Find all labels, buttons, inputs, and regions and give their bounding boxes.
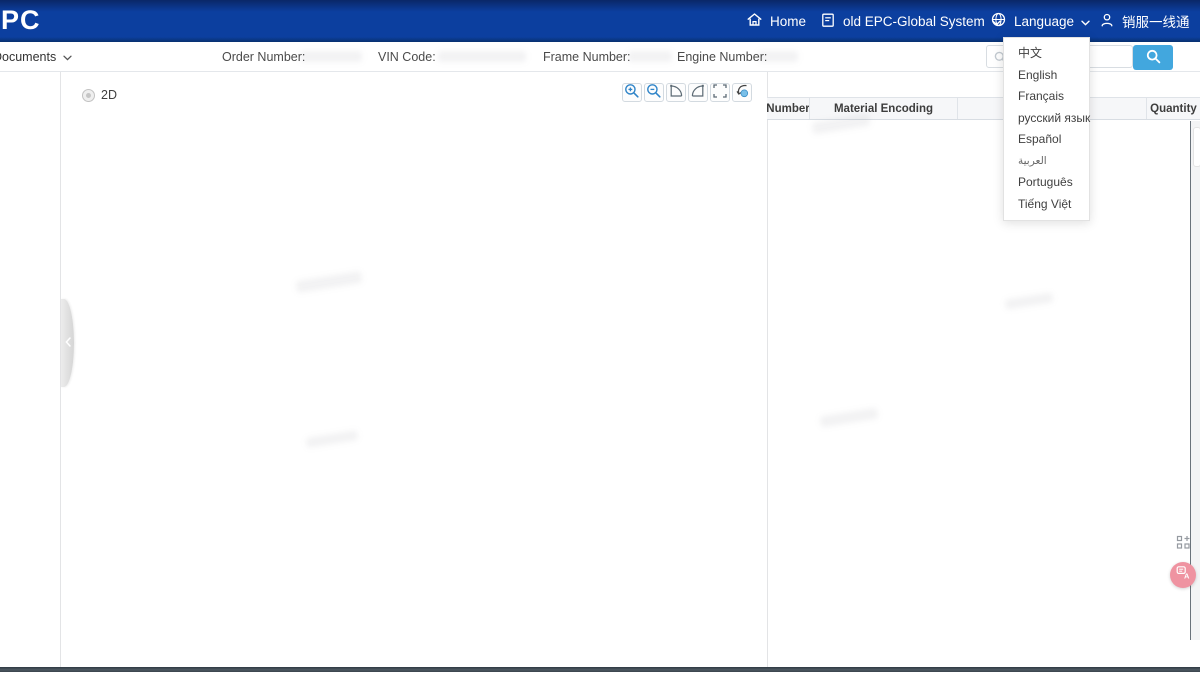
redacted-value [758,51,798,62]
frame-number-label: Frame Number: [543,50,631,64]
watermark-smudge [305,429,359,449]
viewer-toolbar [622,83,752,102]
fit-screen-icon [712,83,728,102]
table-scrollbar-thumb[interactable] [1192,127,1200,167]
nav-old-epc-system[interactable]: old EPC-Global System [820,0,1001,42]
zoom-in-icon [624,83,640,102]
redacted-value [628,51,672,62]
chevron-down-icon [63,50,72,64]
app-root: PC Home old EPC-Global System Language 销… [0,0,1200,681]
language-option-zh[interactable]: 中文 [1004,43,1089,65]
rotate-left-button[interactable] [666,83,686,102]
nav-user-portal[interactable]: 销服一线通 [1099,0,1190,42]
nav-language[interactable]: Language [990,0,1090,42]
2d-mode-radio[interactable]: 2D [82,88,117,102]
nav-language-label: Language [1014,13,1075,29]
rotate-right-icon [690,83,706,102]
top-navigation-bar: PC Home old EPC-Global System Language 销… [0,0,1200,42]
home-icon [746,11,763,31]
2d-mode-label: 2D [101,88,117,102]
user-icon [1099,12,1115,31]
table-scrollbar-track[interactable] [1190,121,1200,640]
grid-plus-icon [1176,535,1191,555]
column-header-quantity: Quantity [1150,102,1197,115]
language-option-ar[interactable]: العربية [1004,151,1089,173]
documents-menu[interactable]: Documents [0,42,72,72]
language-option-vi[interactable]: Tiếng Việt [1004,194,1089,216]
language-option-es[interactable]: Español [1004,129,1089,151]
chevron-down-icon [1081,14,1090,29]
fit-screen-button[interactable] [710,83,730,102]
globe-icon [990,11,1007,31]
bottom-status-bar [0,667,1200,672]
engine-number-label: Engine Number: [677,50,768,64]
language-dropdown-menu: 中文 English Français русский язык Español… [1003,37,1090,221]
widget-grid-button[interactable] [1174,535,1192,555]
watermark-smudge [1004,292,1054,310]
language-option-en[interactable]: English [1004,65,1089,87]
rotate-left-icon [668,83,684,102]
zoom-in-button[interactable] [622,83,642,102]
service-float-button[interactable]: A [1170,562,1196,588]
language-option-ru[interactable]: русский язык [1004,108,1090,130]
parts-table-header: Number Material Encoding Quantity [767,97,1200,120]
zoom-out-button[interactable] [644,83,664,102]
watermark-smudge [295,270,363,294]
language-option-pt[interactable]: Português [1004,172,1089,194]
language-option-fr[interactable]: Français [1004,86,1089,108]
chevron-left-icon [64,334,71,352]
svg-text:A: A [1184,571,1190,580]
translate-service-icon: A [1176,565,1191,585]
zoom-out-icon [646,83,662,102]
documents-menu-label: Documents [0,50,57,64]
document-icon [820,12,836,31]
radio-icon [82,88,95,102]
nav-home-label: Home [770,13,807,29]
column-header-material-encoding: Material Encoding [810,98,958,119]
search-button[interactable] [1133,45,1173,70]
redacted-value [300,51,362,62]
viewer-table-divider [767,72,768,668]
search-icon [1146,49,1161,67]
rotate-right-button[interactable] [688,83,708,102]
reset-view-button[interactable] [732,83,752,102]
collapse-panel-handle[interactable] [61,299,74,387]
nav-user-portal-label: 销服一线通 [1122,15,1190,30]
nav-old-epc-label: old EPC-Global System [843,13,985,29]
redacted-value [438,51,526,62]
watermark-smudge [819,407,879,428]
nav-home[interactable]: Home [746,0,806,42]
vin-code-label: VIN Code: [378,50,436,64]
column-header-number: Number [767,98,810,119]
app-logo: PC [1,5,41,35]
order-number-label: Order Number: [222,50,306,64]
reset-view-icon [734,83,750,102]
